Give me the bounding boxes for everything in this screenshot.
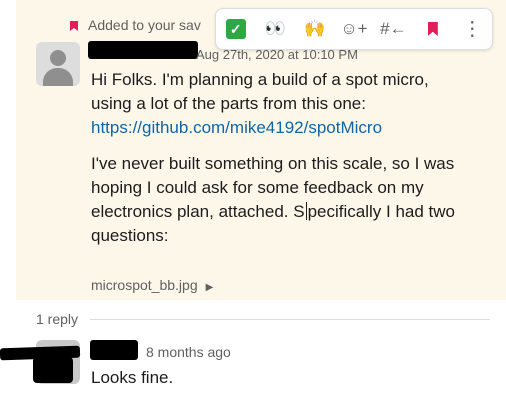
bookmark-icon [427,22,438,36]
thread-reply-row: 1 reply [36,311,490,327]
eyes-reaction-icon: 👀 [264,19,286,38]
saved-indicator: Added to your sav [70,17,201,33]
avatar[interactable] [36,42,80,86]
github-link[interactable]: https://github.com/mike4192/spotMicro [91,118,382,137]
attachment-name[interactable]: microspot_bb.jpg [91,277,198,293]
check-mark-reaction-button[interactable]: ✓ [220,14,252,44]
add-reaction-icon: ☺+ [340,19,368,38]
message-paragraph-2: I've never built something on this scale… [91,152,496,248]
raised-hands-reaction-button[interactable]: 🙌 [299,14,331,44]
paragraph-1-line-2: using a lot of the parts from this one: [91,94,366,113]
bookmark-button[interactable] [417,14,449,44]
redacted-author-name [88,41,198,59]
paragraph-1-line-1: Hi Folks. I'm planning a build of a spot… [91,70,429,89]
text-cursor [305,202,307,220]
message-body: Hi Folks. I'm planning a build of a spot… [91,68,496,260]
saved-label: Added to your sav [88,17,201,33]
avatar-body-shape [43,68,73,86]
reply-count[interactable]: 1 reply [36,311,78,327]
more-actions-button[interactable]: ⋮ [456,14,488,44]
add-reaction-button[interactable]: ☺+ [338,14,370,44]
reply-in-thread-icon: #← [380,19,407,38]
redacted-reply-avatar [33,357,73,383]
message-paragraph-1: Hi Folks. I'm planning a build of a spot… [91,68,496,140]
check-mark-reaction-icon: ✓ [225,19,246,39]
reply-message-text: Looks fine. [91,368,174,387]
raised-hands-reaction-icon: 🙌 [303,19,326,38]
attachment-item[interactable]: microspot_bb.jpg ▶ [91,277,213,293]
reply-divider [90,318,490,320]
expand-caret-icon[interactable]: ▶ [206,282,214,293]
redacted-reply-name [90,340,138,360]
reply-in-thread-button[interactable]: #← [377,14,409,44]
saved-bookmark-icon [70,21,78,31]
eyes-reaction-button[interactable]: 👀 [259,14,291,44]
reply-timestamp[interactable]: 8 months ago [146,344,231,360]
more-actions-icon: ⋮ [462,18,483,40]
message-actions-toolbar: ✓ 👀 🙌 ☺+ #← ⋮ [215,8,493,50]
avatar-head-shape [50,50,66,66]
